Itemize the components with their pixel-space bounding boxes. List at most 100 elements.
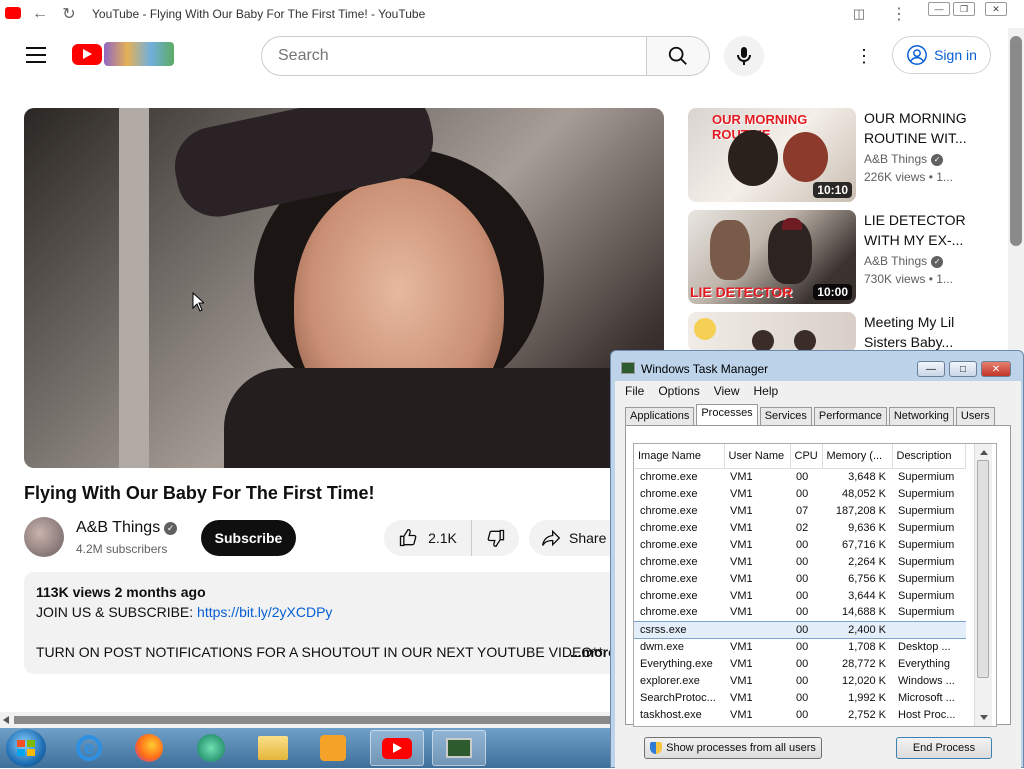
taskbar-media-player[interactable] [306, 730, 360, 766]
column-memory[interactable]: Memory (... [822, 444, 893, 469]
channel-name-row[interactable]: A&B Things ✓ [76, 519, 178, 537]
cell-cpu: 00 [796, 657, 809, 670]
suggested-video[interactable]: OUR MORNING ROUTINE 10:10 OUR MORNING RO… [688, 108, 1008, 202]
dislike-button[interactable] [472, 520, 519, 556]
tab-processes[interactable]: Processes [696, 404, 758, 425]
extensions-icon[interactable]: ◫ [850, 5, 868, 23]
cell-description: Supermium [898, 487, 955, 500]
suggested-title[interactable]: LIE DETECTOR WITH MY EX-... [864, 210, 984, 250]
menu-view[interactable]: View [714, 384, 740, 398]
tab-performance[interactable]: Performance [813, 407, 887, 425]
share-button[interactable]: Share [529, 520, 619, 556]
menu-file[interactable]: File [625, 384, 644, 398]
tab-services[interactable]: Services [759, 407, 812, 425]
show-all-processes-button[interactable]: Show processes from all users [644, 737, 822, 759]
video-thumbnail[interactable]: LIE DETECTOR 10:00 [688, 210, 856, 304]
close-button[interactable]: ✕ [985, 2, 1007, 16]
table-row[interactable]: chrome.exe VM1 00 3,648 K Supermium [634, 468, 966, 485]
taskbar-explorer[interactable] [246, 730, 300, 766]
taskbar-internet-explorer[interactable]: e [62, 730, 116, 766]
table-row[interactable]: chrome.exe VM1 00 3,644 K Supermium [634, 587, 966, 604]
tab-users[interactable]: Users [955, 407, 995, 425]
process-list[interactable]: Image Name User Name CPU Memory (... Des… [633, 443, 997, 727]
cell-image-name: explorer.exe [640, 674, 700, 687]
table-row[interactable]: chrome.exe VM1 07 187,208 K Supermium [634, 502, 966, 519]
back-icon[interactable]: ← [31, 5, 49, 23]
hamburger-menu-icon[interactable] [26, 47, 46, 63]
search-box[interactable] [261, 36, 647, 76]
description-box[interactable]: 113K views 2 months ago JOIN US & SUBSCR… [24, 572, 624, 674]
menu-options[interactable]: Options [658, 384, 699, 398]
youtube-logo[interactable] [72, 44, 102, 65]
tm-close-button[interactable]: ✕ [981, 361, 1011, 377]
suggested-title[interactable]: OUR MORNING ROUTINE WIT... [864, 108, 984, 148]
voice-search-button[interactable] [724, 36, 764, 76]
taskbar-firefox[interactable] [122, 730, 176, 766]
start-button[interactable] [6, 729, 46, 767]
taskbar-youtube-browser[interactable] [370, 730, 424, 766]
channel-name[interactable]: A&B Things [76, 519, 160, 536]
table-row[interactable]: chrome.exe VM1 00 6,756 K Supermium [634, 570, 966, 587]
cell-cpu: 00 [796, 538, 809, 551]
scroll-up-icon[interactable] [980, 450, 988, 455]
suggested-video[interactable]: LIE DETECTOR 10:00 LIE DETECTOR WITH MY … [688, 210, 1008, 304]
restore-button[interactable]: ❐ [953, 2, 975, 16]
column-image-name[interactable]: Image Name [634, 444, 725, 469]
cell-memory: 1,708 K [848, 640, 886, 653]
table-row[interactable]: Everything.exe VM1 00 28,772 K Everything [634, 655, 966, 672]
like-button[interactable]: 2.1K [384, 520, 472, 556]
cell-user-name: VM1 [730, 521, 753, 534]
table-row[interactable]: chrome.exe VM1 00 67,716 K Supermium [634, 536, 966, 553]
scrollbar-thumb[interactable] [14, 716, 610, 724]
table-row[interactable]: csrss.exe 00 2,400 K [634, 620, 966, 639]
video-player[interactable] [24, 108, 664, 468]
column-user-name[interactable]: User Name [724, 444, 791, 469]
cell-description: Supermium [898, 470, 955, 483]
search-button[interactable] [646, 36, 710, 76]
table-row[interactable]: chrome.exe VM1 00 14,688 K Supermium [634, 604, 966, 621]
scrollbar-thumb[interactable] [1010, 36, 1022, 246]
scrollbar-thumb[interactable] [977, 460, 989, 678]
scroll-down-icon[interactable] [980, 715, 988, 720]
video-title: Flying With Our Baby For The First Time! [24, 483, 375, 503]
video-thumbnail[interactable]: OUR MORNING ROUTINE 10:10 [688, 108, 856, 202]
search-input[interactable] [278, 47, 646, 65]
settings-dots-icon[interactable]: ⋮ [855, 46, 873, 66]
scroll-left-icon[interactable] [3, 716, 9, 724]
table-row[interactable]: chrome.exe VM1 02 9,636 K Supermium [634, 519, 966, 536]
tm-minimize-button[interactable]: — [917, 361, 945, 377]
subscribe-button[interactable]: Subscribe [201, 520, 296, 556]
doodle-logo[interactable] [104, 42, 174, 66]
tm-tabs: Applications Processes Services Performa… [625, 404, 997, 425]
column-description[interactable]: Description [892, 444, 966, 469]
end-process-button[interactable]: End Process [896, 737, 992, 759]
cell-memory: 2,400 K [822, 620, 892, 639]
table-row[interactable]: explorer.exe VM1 00 12,020 K Windows ... [634, 672, 966, 689]
cell-image-name: chrome.exe [640, 470, 698, 483]
tab-applications[interactable]: Applications [625, 407, 695, 425]
tab-networking[interactable]: Networking [888, 407, 954, 425]
channel-avatar[interactable] [24, 517, 64, 557]
process-list-scrollbar[interactable] [974, 444, 992, 726]
cell-cpu: 00 [796, 487, 809, 500]
table-row[interactable]: taskhost.exe VM1 00 2,752 K Host Proc... [634, 706, 966, 723]
sign-in-button[interactable]: Sign in [892, 36, 991, 74]
cell-memory: 187,208 K [835, 504, 886, 517]
menu-dots-icon[interactable]: ⋮ [890, 5, 908, 23]
description-link[interactable]: https://bit.ly/2yXCDPy [197, 604, 332, 620]
suggested-title[interactable]: Meeting My Lil Sisters Baby... [864, 312, 984, 352]
minimize-button[interactable]: — [928, 2, 950, 16]
like-dislike-bar: 2.1K [384, 520, 519, 556]
tm-body: Applications Processes Services Performa… [615, 401, 1021, 769]
table-row[interactable]: chrome.exe VM1 00 2,264 K Supermium [634, 553, 966, 570]
menu-help[interactable]: Help [754, 384, 779, 398]
column-cpu[interactable]: CPU [790, 444, 823, 469]
video-thumbnail[interactable] [688, 312, 856, 352]
taskbar-app[interactable] [184, 730, 238, 766]
taskbar-task-manager[interactable] [432, 730, 486, 766]
table-row[interactable]: dwm.exe VM1 00 1,708 K Desktop ... [634, 638, 966, 655]
tm-maximize-button[interactable]: □ [949, 361, 977, 377]
reload-icon[interactable]: ↻ [60, 5, 78, 23]
table-row[interactable]: SearchProtoc... VM1 00 1,992 K Microsoft ... [634, 689, 966, 706]
table-row[interactable]: chrome.exe VM1 00 48,052 K Supermium [634, 485, 966, 502]
